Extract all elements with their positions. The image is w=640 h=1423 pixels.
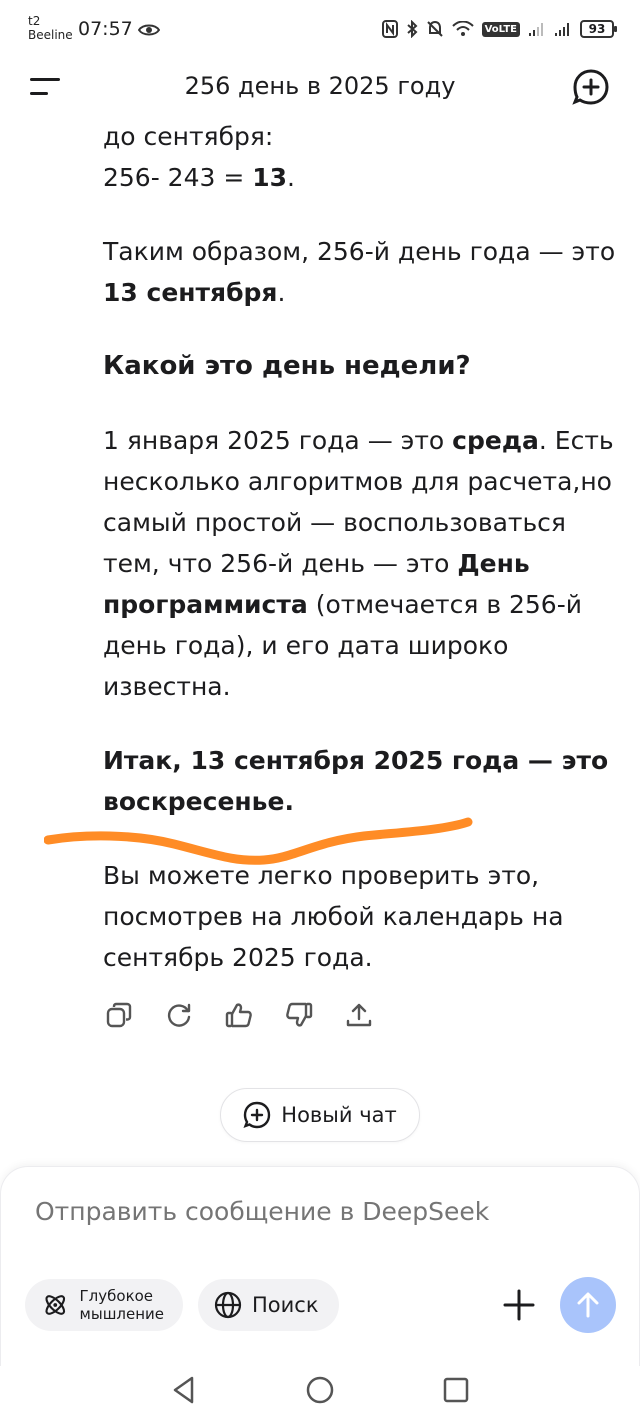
message-paragraph-final: Вы можете легко проверить это, посмотрев… (103, 861, 564, 972)
search-button[interactable]: Поиск (198, 1279, 339, 1331)
clock: 07:57 (78, 18, 133, 40)
composer: Глубокое мышление Поиск (0, 1166, 640, 1366)
volte-badge: VoLTE (481, 21, 520, 37)
wifi-icon (451, 21, 474, 36)
app-header: 256 день в 2025 году (0, 60, 640, 116)
signal-icon-1 (529, 23, 543, 36)
page-title: 256 день в 2025 году (184, 72, 456, 100)
carrier-label: t2 Beeline (28, 14, 73, 42)
weekday-bold-1: среда (452, 426, 539, 455)
signal-icon-2 (555, 23, 569, 36)
status-bar: t2 Beeline 07:57 VoLTE 93 (0, 0, 640, 60)
search-label: Поиск (252, 1293, 319, 1317)
battery-icon: 93 (580, 20, 617, 38)
like-button[interactable] (224, 998, 254, 1032)
atom-icon (45, 1295, 66, 1315)
message-actions (104, 998, 374, 1032)
dislike-button[interactable] (284, 998, 314, 1032)
regenerate-icon (167, 1003, 191, 1027)
system-nav-bar (0, 1366, 640, 1423)
eye-icon (138, 24, 160, 36)
thumbs-down-icon (286, 1002, 313, 1027)
assistant-message: до сентября: 256- 243 = 13. Таким образо… (103, 116, 618, 1011)
send-button[interactable] (560, 1277, 616, 1333)
carrier-bottom: Beeline (28, 28, 73, 42)
calc-result: 13 (252, 163, 288, 192)
deep-think-button[interactable]: Глубокое мышление (25, 1279, 183, 1331)
status-icons: VoLTE 93 (381, 20, 617, 38)
copy-icon (106, 1002, 132, 1028)
new-chat-button[interactable]: Новый чат (220, 1088, 420, 1142)
calc-expression: 256- 243 = (103, 163, 253, 192)
date-bold: 13 сентября (103, 278, 278, 307)
arrow-up-icon (577, 1292, 599, 1318)
message-paragraph-date: Таким образом, 256-й день года — это 13 … (103, 231, 618, 313)
date-text: Таким образом, 256-й день года — это (103, 237, 616, 266)
carrier-top: t2 (28, 14, 41, 28)
thumbs-up-icon (225, 1003, 252, 1028)
share-button[interactable] (344, 998, 374, 1032)
message-input[interactable] (35, 1197, 595, 1226)
message-conclusion: Итак, 13 сентября 2025 года — это воскре… (103, 746, 609, 816)
home-icon[interactable] (305, 1374, 335, 1406)
bluetooth-icon (406, 20, 418, 38)
deep-think-label: Глубокое мышление (79, 1287, 165, 1323)
share-icon (346, 1003, 372, 1027)
message-paragraph-weekday: 1 января 2025 года — это среда. Есть нес… (103, 420, 618, 707)
calc-intro: до сентября: (103, 122, 274, 151)
new-chat-icon[interactable] (572, 68, 610, 106)
date-suffix: . (277, 278, 286, 307)
nfc-icon (381, 20, 398, 38)
back-icon[interactable] (170, 1374, 198, 1406)
new-chat-label: Новый чат (281, 1103, 397, 1127)
message-paragraph-calc: до сентября: 256- 243 = 13. (103, 116, 618, 198)
copy-button[interactable] (104, 998, 134, 1032)
section-heading: Какой это день недели? (103, 351, 471, 381)
new-chat-plus-icon (243, 1101, 271, 1129)
globe-icon (214, 1291, 242, 1319)
attach-plus-icon[interactable] (501, 1287, 537, 1323)
calc-suffix: . (287, 163, 295, 192)
mute-bell-icon (426, 20, 443, 37)
recents-icon[interactable] (442, 1374, 470, 1406)
regenerate-button[interactable] (164, 998, 194, 1032)
weekday-text-1: 1 января 2025 года — это (103, 426, 453, 455)
